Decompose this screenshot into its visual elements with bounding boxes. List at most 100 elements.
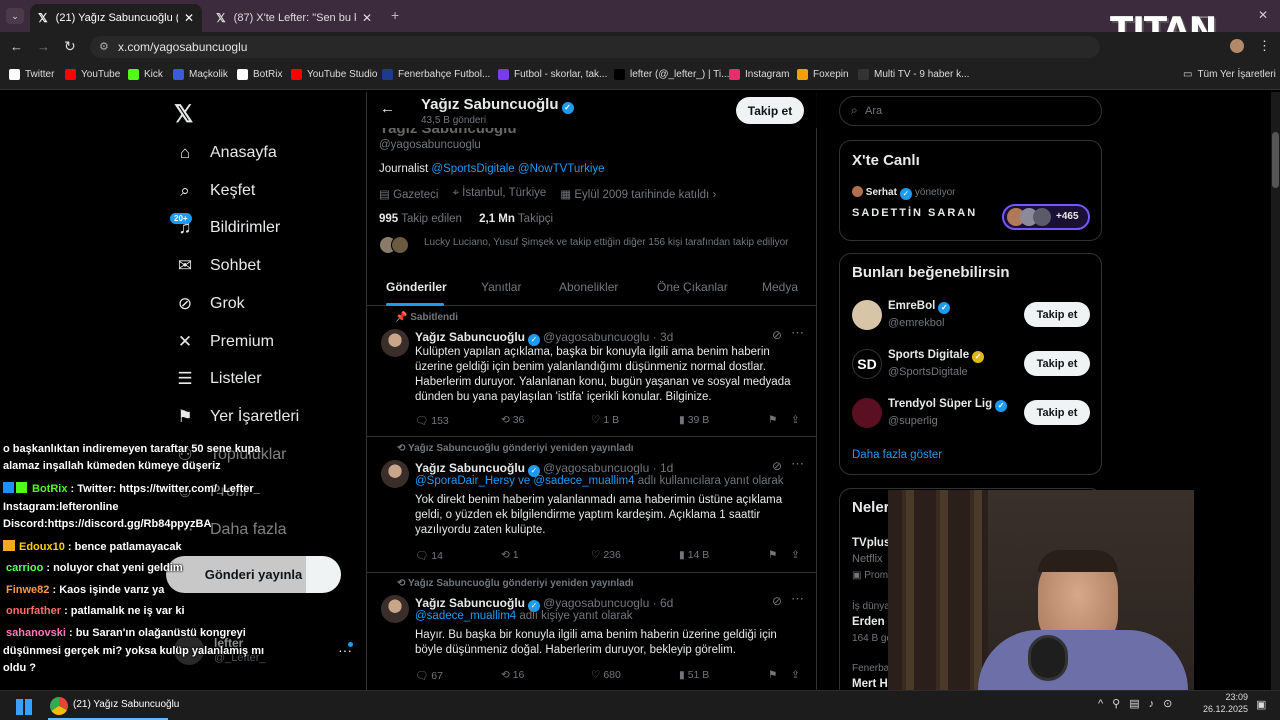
nav-notifications[interactable]: ♫ Bildirimler 20+ <box>170 213 280 239</box>
follow-button[interactable]: Takip et <box>1024 351 1090 376</box>
like-button[interactable]: ♡ 1 B <box>591 414 619 426</box>
chrome-icon[interactable] <box>50 697 68 715</box>
tab-highlights[interactable]: Öne Çıkanlar <box>657 280 728 294</box>
grok-icon[interactable]: ⊘ <box>772 594 782 608</box>
post-item[interactable]: ⟲ Yağız Sabuncuoğlu gönderiyi yeniden ya… <box>367 574 817 692</box>
grok-icon[interactable]: ⊘ <box>772 328 782 342</box>
notification-center-icon[interactable]: ▣ <box>1256 698 1266 711</box>
tab-posts[interactable]: Gönderiler <box>386 280 447 294</box>
share-icon[interactable]: ⇪ <box>791 414 800 426</box>
minimize-icon[interactable]: — <box>1196 9 1208 23</box>
profile-avatar[interactable] <box>1230 39 1244 53</box>
sports-digitale-logo[interactable]: SD <box>852 349 882 379</box>
author-avatar[interactable] <box>381 595 409 623</box>
forward-arrow-icon[interactable]: → <box>37 39 50 54</box>
grok-icon[interactable]: ⊘ <box>772 459 782 473</box>
views-button[interactable]: ▮ 39 B <box>679 414 709 426</box>
post-more-icon[interactable]: ⋯ <box>791 591 804 607</box>
search-box[interactable]: ⌕ Ara <box>839 96 1102 126</box>
superlig-logo[interactable] <box>852 398 882 428</box>
author-name[interactable]: Yağız Sabuncuoğlu <box>415 461 525 475</box>
bookmark-icon[interactable]: ⚑ <box>768 549 777 561</box>
close-tab-icon[interactable]: ✕ <box>184 11 194 25</box>
nav-chat[interactable]: ✉ Sohbet <box>174 255 261 277</box>
trend-item[interactable]: TVplus <box>852 537 890 549</box>
nav-explore[interactable]: ⌕ Keşfet <box>174 180 255 202</box>
bookmark-fenerbahce[interactable]: Fenerbahçe Futbol... <box>382 69 490 80</box>
x-logo-icon[interactable]: 𝕏 <box>174 100 193 129</box>
bio-link-sportsdigitale[interactable]: @SportsDigitale <box>431 163 514 175</box>
clock-time[interactable]: 23:09 <box>1218 692 1248 702</box>
tab-subscriptions[interactable]: Abonelikler <box>559 280 618 294</box>
bookmark-mackolik[interactable]: Maçkolik <box>173 69 228 80</box>
new-tab-button[interactable]: + <box>391 7 399 23</box>
tab-profile[interactable]: 𝕏 (21) Yağız Sabuncuoğlu (@yago ✕ <box>30 4 202 32</box>
author-name[interactable]: Yağız Sabuncuoğlu <box>415 330 525 344</box>
bookmark-botrix[interactable]: BotRix <box>237 69 282 80</box>
tab-replies[interactable]: Yanıtlar <box>481 280 521 294</box>
suggestion-item[interactable]: Trendyol Süper Lig ✓ @superlig Takip et <box>852 397 1092 433</box>
repost-button[interactable]: ⟲ 36 <box>501 414 524 426</box>
nav-grok[interactable]: ⊘ Grok <box>174 293 245 315</box>
avatar[interactable] <box>852 300 882 330</box>
like-button[interactable]: ♡ 236 <box>591 549 621 561</box>
author-avatar[interactable] <box>381 329 409 357</box>
nav-bookmarks[interactable]: ⚑ Yer İşaretleri <box>174 406 299 428</box>
repost-button[interactable]: ⟲ 16 <box>501 669 524 681</box>
bookmark-foxepin[interactable]: Foxepin <box>797 69 849 80</box>
bookmark-youtube-studio[interactable]: YouTube Studio <box>291 69 377 80</box>
author-avatar[interactable] <box>381 460 409 488</box>
reply-button[interactable]: 🗨 67 <box>415 669 443 682</box>
followers-link[interactable]: 2,1 Mn Takipçi <box>479 213 553 225</box>
system-tray-icons[interactable]: ^⚲▤♪⊙ <box>1098 697 1181 710</box>
bookmark-twitter[interactable]: Twitter <box>9 69 54 80</box>
like-button[interactable]: ♡ 680 <box>591 669 621 681</box>
all-bookmarks[interactable]: ▭ Tüm Yer İşaretleri <box>1183 69 1276 80</box>
show-more-link[interactable]: Daha fazla göster <box>852 449 942 461</box>
site-info-icon[interactable]: ⚙ <box>99 40 109 53</box>
live-listeners[interactable]: +465 <box>1002 204 1090 230</box>
views-button[interactable]: ▮ 14 B <box>679 549 709 561</box>
following-link[interactable]: 995 Takip edilen <box>379 213 462 225</box>
post-more-icon[interactable]: ⋯ <box>791 325 804 341</box>
bookmark-multitv[interactable]: Multi TV - 9 haber k... <box>858 69 969 80</box>
close-window-icon[interactable]: ✕ <box>1258 8 1268 22</box>
nav-lists[interactable]: ☰ Listeler <box>174 368 261 390</box>
back-arrow-icon[interactable]: ← <box>380 100 395 117</box>
suggestion-item[interactable]: EmreBol ✓ @emrekbol Takip et <box>852 299 1092 335</box>
url-field[interactable]: ⚙ x.com/yagosabuncuoglu <box>90 36 1100 58</box>
share-icon[interactable]: ⇪ <box>791 669 800 681</box>
page-scrollbar[interactable] <box>1271 92 1280 690</box>
live-host[interactable]: Serhat ✓ yönetiyor <box>852 186 955 200</box>
reload-icon[interactable]: ↻ <box>64 38 76 55</box>
tab-media[interactable]: Medya <box>762 280 798 294</box>
taskbar-app-label[interactable]: (21) Yağız Sabuncuoğlu <box>73 699 179 710</box>
share-icon[interactable]: ⇪ <box>791 549 800 561</box>
nav-premium[interactable]: ✕ Premium <box>174 331 274 353</box>
follow-button[interactable]: Takip et <box>736 97 804 124</box>
back-arrow-icon[interactable]: ← <box>10 39 23 54</box>
post-more-icon[interactable]: ⋯ <box>791 456 804 472</box>
bookmark-icon[interactable]: ⚑ <box>768 414 777 426</box>
reply-to-users[interactable]: @sadece_muallim4 <box>415 610 516 622</box>
nav-home[interactable]: ⌂ Anasayfa <box>174 142 277 164</box>
bookmark-kick[interactable]: Kick <box>128 69 163 80</box>
follow-button[interactable]: Takip et <box>1024 302 1090 327</box>
tab-lefter[interactable]: 𝕏 (87) X'te Lefter: "Sen bu kulübe ✕ <box>208 4 380 32</box>
reply-to-users[interactable]: @SporaDair_Hersy ve @sadece_muallim4 <box>415 475 635 487</box>
live-space-name[interactable]: SADETTİN SARAN <box>852 207 977 219</box>
bookmark-icon[interactable]: ⚑ <box>768 669 777 681</box>
author-name[interactable]: Yağız Sabuncuoğlu <box>415 596 525 610</box>
bookmark-instagram[interactable]: Instagram <box>729 69 789 80</box>
windows-start-icon[interactable] <box>16 699 32 715</box>
join-date[interactable]: ▦ Eylül 2009 tarihinde katıldı › <box>560 187 716 201</box>
bookmark-futbol[interactable]: Futbol - skorlar, tak... <box>498 69 607 80</box>
post-button[interactable]: Gönderi yayınla <box>166 556 341 593</box>
tab-search-button[interactable]: ⌄ <box>6 8 24 24</box>
menu-dots-icon[interactable]: ⋮ <box>1258 38 1271 54</box>
follow-button[interactable]: Takip et <box>1024 400 1090 425</box>
close-tab-icon[interactable]: ✕ <box>362 11 372 25</box>
search-input[interactable]: Ara <box>865 105 882 117</box>
bookmark-tiktok[interactable]: lefter (@_lefter_) | Ti... <box>614 69 729 80</box>
views-button[interactable]: ▮ 51 B <box>679 669 709 681</box>
